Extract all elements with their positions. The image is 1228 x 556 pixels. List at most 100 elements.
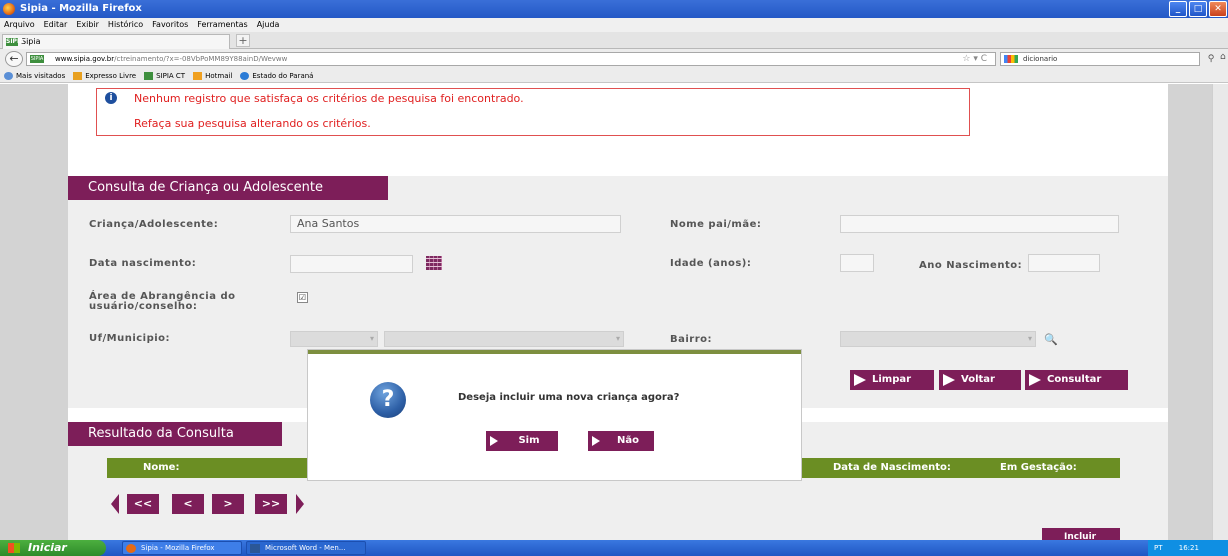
- pager-left-flag: [111, 494, 119, 514]
- menu-exibir[interactable]: Exibir: [76, 18, 99, 32]
- language-indicator[interactable]: PT: [1154, 544, 1163, 552]
- vertical-scrollbar[interactable]: [1212, 84, 1228, 540]
- data-nascimento-label: Data nascimento:: [89, 258, 197, 269]
- bairro-select[interactable]: ▾: [840, 331, 1036, 347]
- close-button[interactable]: ✕: [1209, 1, 1227, 17]
- bookmark-estado-parana[interactable]: Estado do Paraná: [240, 69, 313, 82]
- consultar-button[interactable]: Consultar: [1025, 370, 1128, 390]
- site-identity-icon: SIPIA: [30, 55, 44, 63]
- arrow-right-icon: [1029, 374, 1041, 386]
- chevron-down-icon: ▾: [369, 334, 374, 343]
- minimize-button[interactable]: _: [1169, 1, 1187, 17]
- search-value: dicionario: [1023, 55, 1058, 63]
- menu-historico[interactable]: Histórico: [108, 18, 143, 32]
- search-bairro-icon[interactable]: 🔍: [1044, 333, 1060, 347]
- bookmark-hotmail[interactable]: Hotmail: [193, 69, 232, 82]
- uf-municipio-label: Uf/Municipio:: [89, 333, 171, 344]
- clock: 16:21: [1178, 544, 1199, 552]
- window-title: Sipia - Mozilla Firefox: [20, 3, 142, 14]
- nao-button[interactable]: Não: [588, 431, 654, 451]
- url-domain: www.sipia.gov.br: [55, 55, 115, 63]
- firefox-icon: [126, 544, 136, 553]
- crianca-input[interactable]: Ana Santos: [290, 215, 621, 233]
- search-input[interactable]: dicionario: [1000, 52, 1200, 66]
- limpar-button[interactable]: Limpar: [850, 370, 934, 390]
- chevron-down-icon: ▾: [615, 334, 620, 343]
- task-firefox[interactable]: Sipia - Mozilla Firefox: [122, 541, 242, 555]
- uf-select[interactable]: ▾: [290, 331, 378, 347]
- firefox-logo-icon: [3, 3, 15, 15]
- bookmark-folder-icon: [4, 71, 13, 80]
- next-page-button[interactable]: >: [212, 494, 244, 514]
- arrow-right-icon: [490, 436, 498, 446]
- first-page-button[interactable]: <<: [127, 494, 159, 514]
- search-magnifier-icon[interactable]: ⚲: [1204, 52, 1218, 66]
- google-icon: [1004, 55, 1018, 63]
- error-line-1: Nenhum registro que satisfaça os critéri…: [134, 92, 524, 105]
- arrow-right-icon: [592, 436, 600, 446]
- col-em-gestacao: Em Gestação:: [1000, 462, 1077, 473]
- menu-arquivo[interactable]: Arquivo: [4, 18, 35, 32]
- system-tray: PT 16:21: [1148, 540, 1228, 556]
- new-tab-button[interactable]: +: [236, 34, 250, 47]
- ano-nascimento-input[interactable]: [1028, 254, 1100, 272]
- bairro-label: Bairro:: [670, 334, 713, 345]
- arrow-right-icon: [943, 374, 955, 386]
- menu-editar[interactable]: Editar: [44, 18, 68, 32]
- nome-pai-mae-input[interactable]: [840, 215, 1119, 233]
- last-page-button[interactable]: >>: [255, 494, 287, 514]
- prev-page-button[interactable]: <: [172, 494, 204, 514]
- home-icon[interactable]: ⌂: [1220, 52, 1228, 66]
- crianca-label: Criança/Adolescente:: [89, 219, 219, 230]
- calendar-icon[interactable]: [426, 256, 442, 270]
- voltar-button[interactable]: Voltar: [939, 370, 1021, 390]
- bookmark-mais-visitados[interactable]: Mais visitados: [4, 69, 65, 82]
- url-bar[interactable]: SIPIA www.sipia.gov.br/ctreinamento/?x=-…: [26, 52, 996, 66]
- question-icon: ?: [370, 382, 406, 418]
- navigation-bar: ← SIPIA www.sipia.gov.br/ctreinamento/?x…: [0, 49, 1228, 69]
- idade-label: Idade (anos):: [670, 258, 752, 269]
- area-abrangencia-label: Área de Abrangência do usuário/conselho:: [89, 291, 236, 312]
- windows-flag-icon: [8, 543, 20, 553]
- bookmark-sipia-ct[interactable]: SIPIA CT: [144, 69, 185, 82]
- task-word[interactable]: Microsoft Word - Men...: [246, 541, 366, 555]
- start-button[interactable]: Iniciar: [0, 540, 106, 556]
- bookmark-star-icon[interactable]: ☆ ▾ C: [962, 53, 987, 65]
- menu-favoritos[interactable]: Favoritos: [152, 18, 188, 32]
- error-line-2: Refaça sua pesquisa alterando os critéri…: [134, 117, 371, 130]
- window-controls: _ □ ✕: [1168, 0, 1228, 18]
- bookmarks-toolbar: Mais visitados Expresso Livre SIPIA CT H…: [0, 69, 1228, 83]
- info-icon: i: [105, 92, 117, 104]
- sipia-favicon-icon: SIPIA: [6, 38, 24, 46]
- dialog-question: Deseja incluir uma nova criança agora?: [458, 392, 680, 403]
- results-section-title: Resultado da Consulta: [68, 422, 282, 446]
- area-abrangencia-checkbox[interactable]: ☑: [297, 292, 308, 303]
- idade-input[interactable]: [840, 254, 874, 272]
- municipio-select[interactable]: ▾: [384, 331, 624, 347]
- tab-sipia[interactable]: SIPIA Sipia: [2, 34, 230, 49]
- sim-button[interactable]: Sim: [486, 431, 558, 451]
- tab-bar: SIPIA Sipia +: [0, 32, 1228, 49]
- url-path: /ctreinamento/?x=-08VbPoMM89Y88ainD/Wevw…: [114, 55, 288, 63]
- word-icon: [250, 544, 260, 553]
- window-titlebar: Sipia - Mozilla Firefox _ □ ✕: [0, 0, 1228, 18]
- menu-ajuda[interactable]: Ajuda: [257, 18, 280, 32]
- arrow-right-icon: [854, 374, 866, 386]
- pager-right-flag: [296, 494, 304, 514]
- ano-nascimento-label: Ano Nascimento:: [919, 260, 1023, 271]
- bookmark-expresso-livre[interactable]: Expresso Livre: [73, 69, 136, 82]
- data-nascimento-input[interactable]: [290, 255, 413, 273]
- confirm-dialog: ? Deseja incluir uma nova criança agora?…: [308, 350, 801, 480]
- col-nome: Nome:: [143, 462, 180, 473]
- expresso-icon: [73, 71, 83, 80]
- col-data-nascimento: Data de Nascimento:: [833, 462, 951, 473]
- search-section-title: Consulta de Criança ou Adolescente: [68, 176, 388, 200]
- menu-bar: Arquivo Editar Exibir Histórico Favorito…: [0, 18, 1228, 32]
- menu-ferramentas[interactable]: Ferramentas: [197, 18, 247, 32]
- sipia-icon: [144, 71, 154, 80]
- nome-pai-mae-label: Nome pai/mãe:: [670, 219, 762, 230]
- maximize-button[interactable]: □: [1189, 1, 1207, 17]
- windows-taskbar: Iniciar Sipia - Mozilla Firefox Microsof…: [0, 540, 1228, 556]
- incluir-button[interactable]: Incluir: [1042, 528, 1120, 540]
- back-button[interactable]: ←: [5, 51, 23, 67]
